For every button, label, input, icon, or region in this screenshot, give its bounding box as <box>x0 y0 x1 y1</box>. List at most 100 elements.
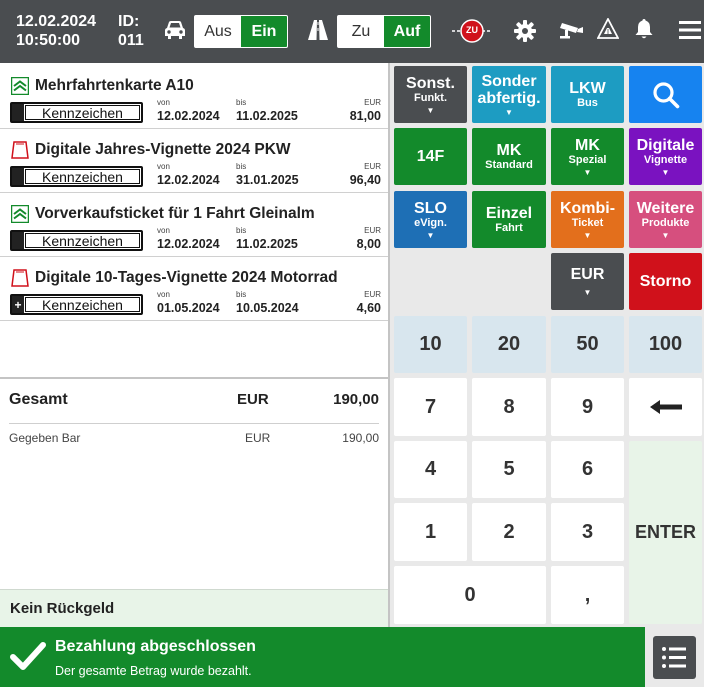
key-9[interactable]: 9 <box>551 378 624 436</box>
key-0[interactable]: 0 <box>394 566 546 624</box>
road-toggle-on[interactable]: Auf <box>384 16 430 47</box>
quick-amount-10[interactable]: 10 <box>394 316 467 373</box>
button-sublabel: Produkte <box>641 216 690 229</box>
comma-key[interactable]: , <box>551 566 624 624</box>
plate-field[interactable]: + Kennzeichen <box>10 294 143 315</box>
quick-amount-20[interactable]: 20 <box>472 316 546 373</box>
key-5[interactable]: 5 <box>472 441 546 498</box>
dropdown-arrow-icon: ▼ <box>426 230 435 240</box>
currency-label: EUR <box>364 98 381 107</box>
button-label: MK <box>496 141 522 159</box>
slo-evignette-button[interactable]: SLO eVign. ▼ <box>394 191 467 248</box>
key-6[interactable]: 6 <box>551 441 624 498</box>
enter-key[interactable]: ENTER <box>629 441 702 624</box>
14f-button[interactable]: 14F <box>394 128 467 185</box>
dropdown-arrow-icon: ▼ <box>583 230 592 240</box>
key-7[interactable]: 7 <box>394 378 467 436</box>
plate-text: Kennzeichen <box>25 169 140 185</box>
vehicle-toggle-off[interactable]: Aus <box>195 16 241 47</box>
vignette-red-icon <box>11 269 29 287</box>
button-label: EUR <box>570 266 605 283</box>
warning-icon[interactable] <box>597 18 619 40</box>
closed-sign-icon[interactable]: ZU <box>450 16 494 46</box>
vehicle-toggle-on[interactable]: Ein <box>241 16 287 47</box>
from-date: 01.05.2024 <box>157 301 220 315</box>
paid-label: Gegeben Bar <box>9 431 81 445</box>
digital-vignette-button[interactable]: Digitale Vignette ▼ <box>629 128 702 185</box>
settings-icon[interactable] <box>513 19 537 43</box>
currency-select-button[interactable]: EUR ▼ <box>551 253 624 310</box>
button-sublabel: eVign. <box>414 216 447 229</box>
truck-bus-button[interactable]: LKW Bus <box>551 66 624 123</box>
button-sublabel: Standard <box>485 158 533 171</box>
time-text: 10:50:00 <box>16 32 81 49</box>
check-icon <box>10 642 46 670</box>
list-button-face <box>653 636 696 679</box>
button-sublabel: Funkt. <box>414 91 447 104</box>
backspace-icon <box>649 400 682 414</box>
closed-sign-label: ZU <box>466 25 478 35</box>
paid-value: 190,00 <box>342 431 379 445</box>
cart-item[interactable]: Digitale Jahres-Vignette 2024 PKW Kennze… <box>0 129 388 193</box>
dropdown-arrow-icon: ▼ <box>583 288 592 297</box>
button-sublabel: Bus <box>577 96 598 109</box>
plate-field[interactable]: Kennzeichen <box>10 102 143 123</box>
button-label: Sonst. <box>406 74 455 92</box>
key-3[interactable]: 3 <box>551 503 624 561</box>
plate-field[interactable]: Kennzeichen <box>10 230 143 251</box>
other-functions-button[interactable]: Sonst. Funkt. ▼ <box>394 66 467 123</box>
mk-standard-button[interactable]: MK Standard <box>472 128 546 185</box>
to-date: 11.02.2025 <box>236 237 298 251</box>
quick-amount-100[interactable]: 100 <box>629 316 702 373</box>
transaction-list-button[interactable] <box>645 627 704 687</box>
dropdown-arrow-icon: ▼ <box>505 107 513 117</box>
key-4[interactable]: 4 <box>394 441 467 498</box>
to-date: 11.02.2025 <box>236 109 298 123</box>
cart-item[interactable]: Digitale 10-Tages-Vignette 2024 Motorrad… <box>0 257 388 321</box>
button-label: LKW <box>569 79 606 97</box>
plate-text: Kennzeichen <box>25 233 140 249</box>
item-price: 96,40 <box>349 173 381 187</box>
item-title: Digitale Jahres-Vignette 2024 PKW <box>35 141 291 158</box>
menu-icon[interactable] <box>679 20 701 40</box>
totals-section: Gesamt EUR 190,00 Gegeben Bar EUR 190,00 <box>0 377 388 589</box>
change-row: Kein Rückgeld <box>0 589 388 627</box>
single-trip-button[interactable]: Einzel Fahrt <box>472 191 546 248</box>
key-8[interactable]: 8 <box>472 378 546 436</box>
button-label: Storno <box>639 273 692 290</box>
search-button[interactable] <box>629 66 702 123</box>
more-products-button[interactable]: Weitere Produkte ▼ <box>629 191 702 248</box>
bell-icon[interactable] <box>634 18 654 40</box>
storno-button[interactable]: Storno <box>629 253 702 310</box>
button-label: 14F <box>416 148 445 165</box>
status-subtitle: Der gesamte Betrag wurde bezahlt. <box>55 664 252 678</box>
road-toggle[interactable]: Zu Auf <box>337 15 431 48</box>
road-toggle-off[interactable]: Zu <box>338 16 384 47</box>
to-label: bis <box>236 98 247 107</box>
plate-field[interactable]: Kennzeichen <box>10 166 143 187</box>
from-label: von <box>157 290 170 299</box>
combi-ticket-button[interactable]: Kombi- Ticket ▼ <box>551 191 624 248</box>
quick-amount-50[interactable]: 50 <box>551 316 624 373</box>
key-1[interactable]: 1 <box>394 503 467 561</box>
mk-special-button[interactable]: MK Spezial ▼ <box>551 128 624 185</box>
button-sublabel: Spezial <box>568 153 607 166</box>
vehicle-toggle[interactable]: Aus Ein <box>194 15 288 48</box>
special-clearance-button[interactable]: Sonder abfertig. ▼ <box>472 66 546 123</box>
cart-panel: Mehrfahrtenkarte A10 Kennzeichen von 12.… <box>0 63 390 627</box>
cart-item[interactable]: Mehrfahrtenkarte A10 Kennzeichen von 12.… <box>0 65 388 129</box>
item-title: Mehrfahrtenkarte A10 <box>35 77 194 94</box>
cart-item[interactable]: Vorverkaufsticket für 1 Fahrt Gleinalm K… <box>0 193 388 257</box>
header-bar: 12.02.2024 10:50:00 ID: 011 Aus Ein Zu A… <box>0 0 704 63</box>
from-label: von <box>157 98 170 107</box>
vignette-red-icon <box>11 141 29 159</box>
dropdown-arrow-icon: ▼ <box>583 167 592 177</box>
button-sublabel: Ticket <box>571 216 604 229</box>
ticket-green-icon <box>11 205 29 223</box>
camera-icon[interactable] <box>558 19 584 41</box>
total-currency: EUR <box>237 391 269 408</box>
ticket-green-icon <box>11 77 29 95</box>
backspace-key[interactable] <box>629 378 702 436</box>
button-label: Weitere <box>636 199 695 217</box>
key-2[interactable]: 2 <box>472 503 546 561</box>
